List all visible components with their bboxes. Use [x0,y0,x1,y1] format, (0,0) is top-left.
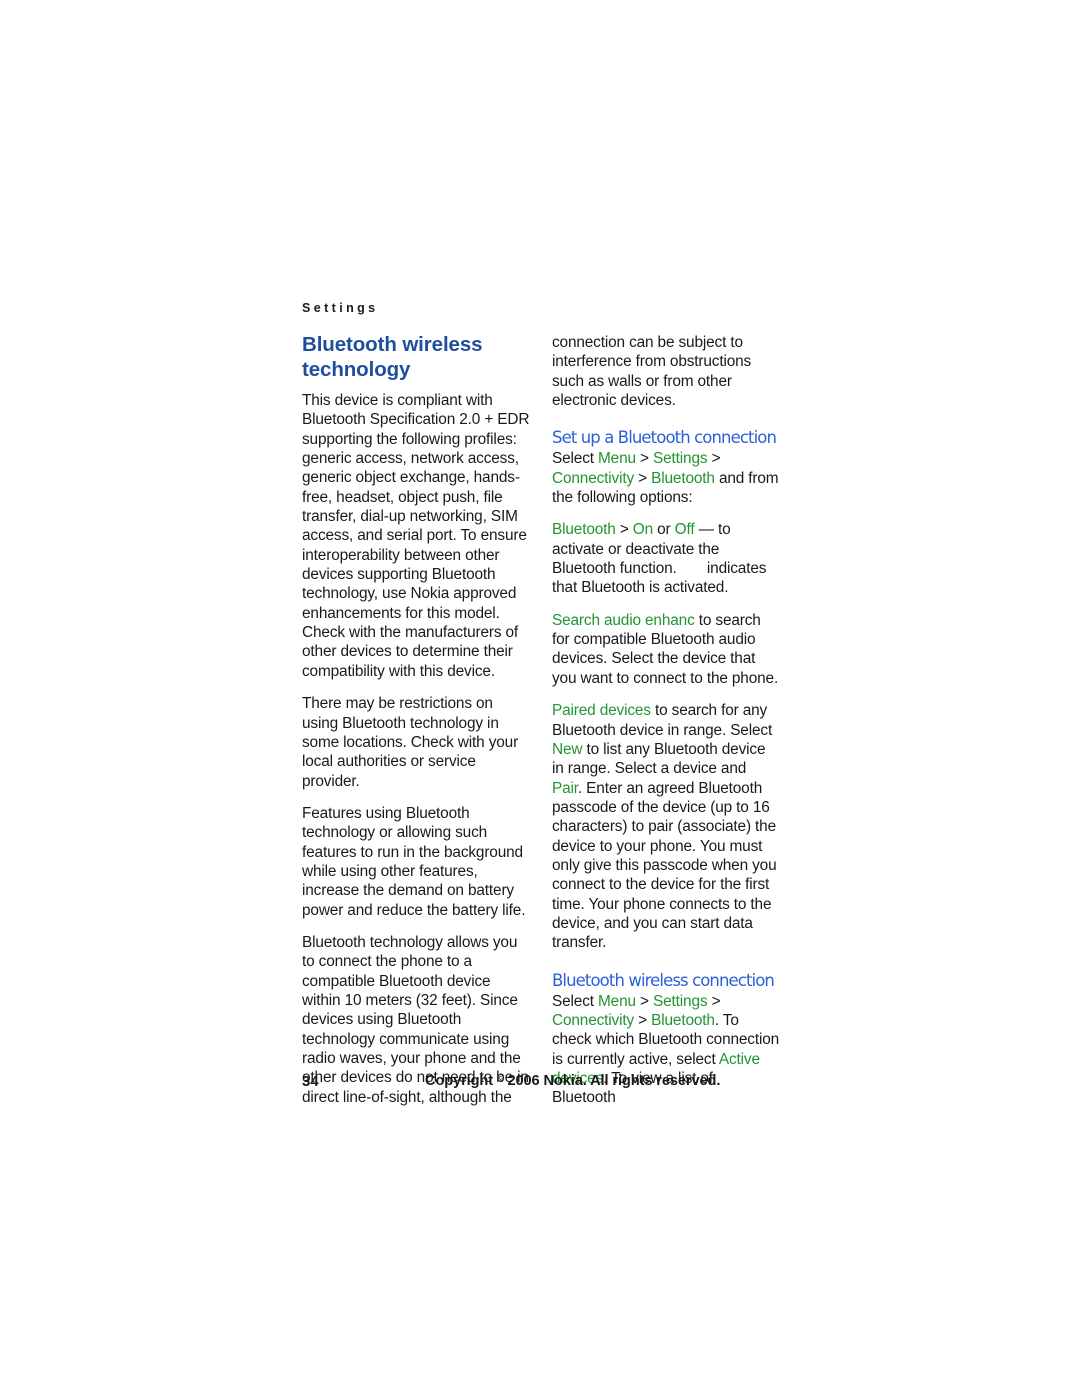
new-term: New [552,740,583,758]
search-audio-term: Search audio enhanc [552,611,695,629]
paired-text-2: to list any Bluetooth device in range. S… [552,740,766,778]
path-separator: > [707,450,721,468]
left-column: Bluetooth wireless technology This devic… [302,333,530,1107]
connectivity-term: Connectivity [552,469,635,487]
settings-term: Settings [653,450,708,468]
manual-page: Settings Bluetooth wireless technology T… [0,0,1080,1397]
path-separator: > [635,450,654,468]
copyright-after: 2006 Nokia. All rights reserved. [503,1073,721,1089]
paired-devices-term: Paired devices [552,702,651,720]
pair-term: Pair [552,779,578,797]
connection-prefix: Select [552,992,599,1010]
option-search-audio: Search audio enhanc to search for compat… [552,611,780,688]
on-term: On [632,521,654,539]
running-head: Settings [302,301,379,315]
menu-term: Menu [598,450,636,468]
copyright-before: Copyright [425,1073,497,1089]
heading-set-up-connection: Set up a Bluetooth connection [552,428,777,448]
bluetooth-option-term: Bluetooth [552,521,616,539]
heading-wireless-connection: Bluetooth wireless connection [552,970,775,990]
bluetooth-term: Bluetooth [651,1011,715,1029]
paragraph-connection-path: Select Menu > Settings > Connectivity > … [552,992,780,1108]
path-separator: > [615,521,633,539]
paragraph-continued: connection can be subject to interferenc… [552,334,752,410]
path-separator: > [707,992,721,1010]
off-term: Off [674,521,695,539]
footer-page-number: 34 [302,1073,319,1090]
paired-text-3: . Enter an agreed Bluetooth passcode of … [552,779,777,952]
path-separator: > [635,992,654,1010]
setup-prefix: Select [552,450,599,468]
paragraph-battery: Features using Bluetooth technology or a… [302,804,526,919]
paragraph-setup-path: Select Menu > Settings > Connectivity > … [552,449,780,507]
paragraph-restrictions: There may be restrictions on using Bluet… [302,695,519,790]
right-column: connection can be subject to interferenc… [552,333,780,1121]
page-title: Bluetooth wireless technology [302,333,483,381]
option-paired-devices: Paired devices to search for any Bluetoo… [552,701,780,952]
menu-term: Menu [598,992,636,1010]
paragraph-profiles: This device is compliant with Bluetooth … [302,392,530,680]
or-text: or [653,521,675,539]
path-separator: > [634,1011,652,1029]
connectivity-term: Connectivity [552,1011,635,1029]
footer-copyright: Copyright © 2006 Nokia. All rights reser… [425,1073,720,1089]
option-bluetooth-onoff: Bluetooth > On or Off — to activate or d… [552,520,780,597]
path-separator: > [634,469,652,487]
settings-term: Settings [653,992,708,1010]
bluetooth-term: Bluetooth [651,469,715,487]
